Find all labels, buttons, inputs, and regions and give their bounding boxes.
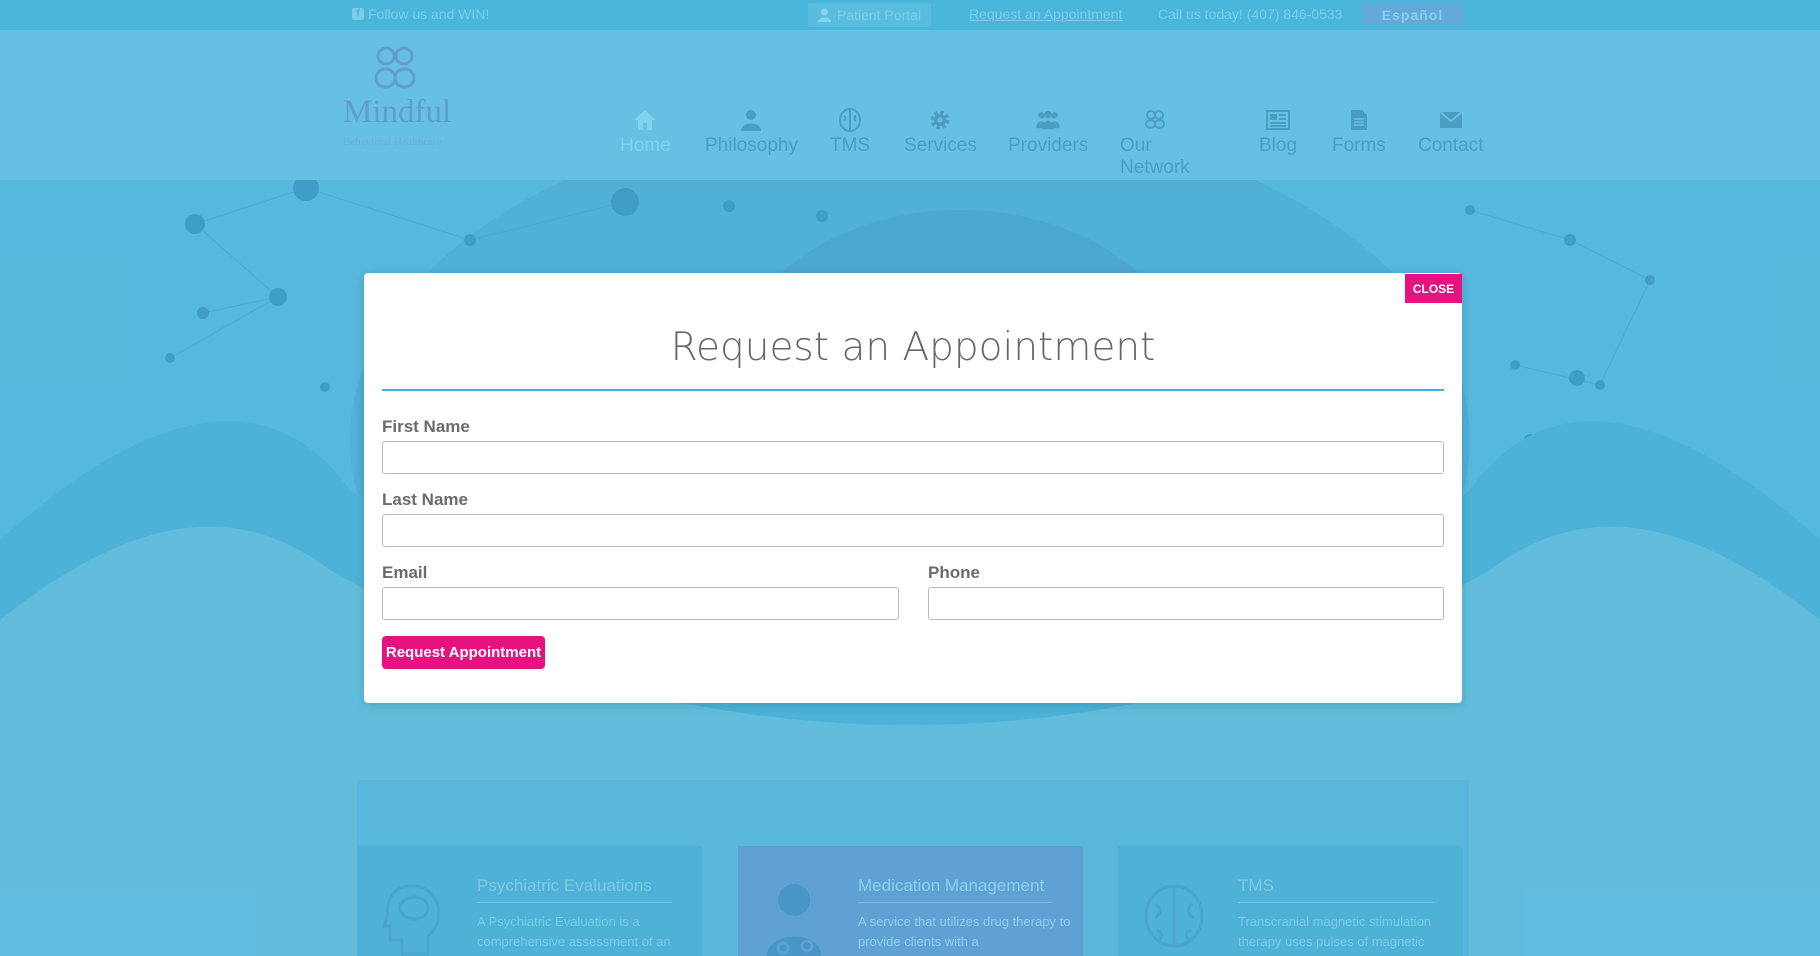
last-name-field[interactable] (382, 514, 1444, 547)
phone-field[interactable] (928, 587, 1444, 620)
request-appointment-button[interactable]: Request Appointment (382, 636, 545, 669)
modal-title: Request an Appointment (670, 325, 1156, 370)
email-label: Email (382, 563, 428, 582)
last-name-label: Last Name (382, 490, 468, 509)
email-field[interactable] (382, 587, 899, 620)
title-divider (382, 389, 1444, 391)
phone-label: Phone (928, 563, 980, 582)
first-name-label: First Name (382, 417, 470, 436)
appointment-modal: CLOSE Request an Appointment First Name … (364, 273, 1462, 703)
close-button[interactable]: CLOSE (1405, 274, 1462, 303)
first-name-field[interactable] (382, 441, 1444, 474)
